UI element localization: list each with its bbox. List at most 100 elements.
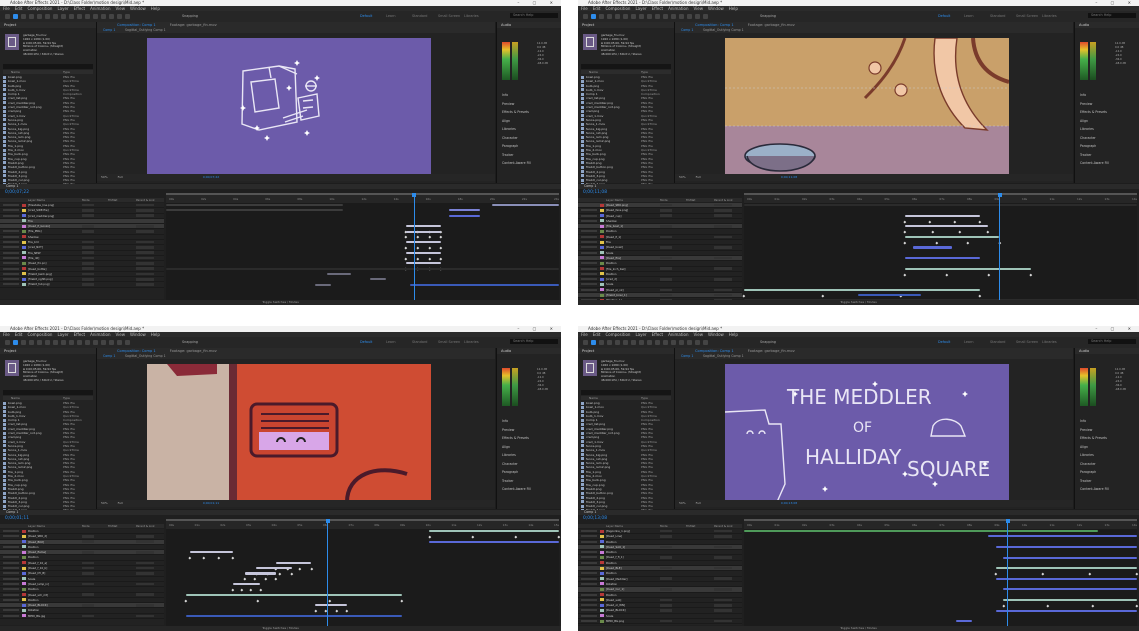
tool-13-icon[interactable] xyxy=(687,14,692,19)
layer-parent-select[interactable] xyxy=(136,572,154,575)
layer-label-color[interactable] xyxy=(22,272,26,276)
toggle-switches-modes[interactable]: Toggle Switches / Modes xyxy=(0,300,561,305)
tool-2-icon[interactable] xyxy=(21,14,26,19)
tool-12-icon[interactable] xyxy=(679,340,684,345)
layer-label-color[interactable] xyxy=(600,566,604,570)
layer-label-color[interactable] xyxy=(600,208,604,212)
layer-mode-select[interactable] xyxy=(82,230,94,233)
layer-parent-select[interactable] xyxy=(136,535,154,538)
layer-switches[interactable] xyxy=(3,241,19,244)
tool-3-icon[interactable] xyxy=(607,340,612,345)
keyframe-marker[interactable] xyxy=(264,577,267,581)
layer-label-color[interactable] xyxy=(600,555,604,559)
tool-4-icon[interactable] xyxy=(615,340,620,345)
tool-7-icon[interactable] xyxy=(61,340,66,345)
layer-parent-select[interactable] xyxy=(714,609,732,612)
layer-parent-select[interactable] xyxy=(714,267,732,270)
layer-mode-select[interactable] xyxy=(660,598,672,602)
layer-duration-bar[interactable] xyxy=(429,530,559,533)
layer-duration-bar[interactable] xyxy=(492,204,559,207)
layer-duration-bar[interactable] xyxy=(905,267,1031,270)
layer-mode-select[interactable] xyxy=(82,203,94,207)
layer-switches[interactable] xyxy=(3,614,19,617)
keyframe-marker[interactable] xyxy=(439,236,443,239)
tab-footage[interactable]: Footage: garbage_fin.mov xyxy=(748,349,795,353)
tool-9-icon[interactable] xyxy=(77,340,82,345)
workspace-default[interactable]: Default xyxy=(360,340,372,344)
layer-switches[interactable] xyxy=(3,567,19,570)
layer-mode-select[interactable] xyxy=(82,561,94,565)
tool-6-icon[interactable] xyxy=(631,14,636,19)
layer-mode-select[interactable] xyxy=(82,550,94,554)
workspace-libraries[interactable]: Libraries xyxy=(464,14,479,18)
layer-switches[interactable] xyxy=(581,288,597,291)
layer-parent-select[interactable] xyxy=(136,203,154,207)
timeline-tab[interactable]: Comp 1 xyxy=(578,510,1139,515)
keyframe-marker[interactable] xyxy=(945,273,949,276)
layer-label-color[interactable] xyxy=(22,603,26,607)
layer-switches[interactable] xyxy=(581,582,597,585)
tool-0-icon[interactable] xyxy=(5,340,10,345)
layer-switches[interactable] xyxy=(3,225,19,228)
panel-info[interactable]: Info xyxy=(1080,419,1109,428)
layer-mode-select[interactable] xyxy=(82,614,94,618)
layer-mode-select[interactable] xyxy=(82,224,94,228)
layer-duration-bar[interactable] xyxy=(405,251,442,254)
workspace-small-screen[interactable]: Small Screen xyxy=(438,340,460,344)
panel-info[interactable]: Info xyxy=(1080,93,1109,102)
keyframe-marker[interactable] xyxy=(928,220,932,223)
viewer-timecode[interactable]: 0;00;13;08 xyxy=(781,501,797,505)
layer-parent-select[interactable] xyxy=(714,588,732,591)
layer-label-color[interactable] xyxy=(600,593,604,597)
layer-label-color[interactable] xyxy=(22,593,26,597)
layer-duration-bar[interactable] xyxy=(232,583,261,586)
work-area-bar[interactable] xyxy=(166,193,559,195)
keyframe-marker[interactable] xyxy=(240,588,244,591)
layer-switches[interactable] xyxy=(3,540,19,543)
tool-4-icon[interactable] xyxy=(37,340,42,345)
panel-libraries[interactable]: Libraries xyxy=(1080,453,1109,462)
keyframe-marker[interactable] xyxy=(345,609,348,613)
layer-switches[interactable] xyxy=(581,235,597,238)
tab-composition[interactable]: Composition: Comp 1 xyxy=(117,349,156,353)
layer-duration-bar[interactable] xyxy=(905,225,988,228)
layer-label-color[interactable] xyxy=(600,540,604,544)
keyframe-marker[interactable] xyxy=(184,599,187,602)
layer-duration-bar[interactable] xyxy=(1003,588,1137,591)
layer-parent-select[interactable] xyxy=(714,566,732,570)
project-search-input[interactable] xyxy=(581,390,671,395)
layer-switches[interactable] xyxy=(3,561,19,564)
panel-libraries[interactable]: Libraries xyxy=(1080,127,1109,136)
keyframe-marker[interactable] xyxy=(290,572,293,575)
layer-mode-select[interactable] xyxy=(82,535,94,538)
keyframe-marker[interactable] xyxy=(428,246,431,249)
keyframe-marker[interactable] xyxy=(514,535,517,538)
layer-duration-bar[interactable] xyxy=(1003,556,1137,559)
layer-mode-select[interactable] xyxy=(660,267,672,270)
layer-parent-select[interactable] xyxy=(136,582,154,586)
layer-label-color[interactable] xyxy=(600,529,604,533)
subtab-comp-1[interactable]: Comp 1 xyxy=(103,354,115,359)
tool-7-icon[interactable] xyxy=(639,14,644,19)
layer-switches[interactable] xyxy=(581,556,597,559)
keyframe-marker[interactable] xyxy=(400,599,403,602)
tool-7-icon[interactable] xyxy=(61,14,66,19)
layer-switches[interactable] xyxy=(3,204,19,206)
tool-11-icon[interactable] xyxy=(93,14,98,19)
audio-panel-title[interactable]: Audio xyxy=(497,348,561,354)
snapping-toggle[interactable]: Snapping xyxy=(182,340,198,344)
layer-label-color[interactable] xyxy=(600,251,604,255)
layer-mode-select[interactable] xyxy=(660,246,672,249)
tool-10-icon[interactable] xyxy=(85,340,90,345)
zoom-select[interactable]: 50% xyxy=(679,175,686,179)
tool-11-icon[interactable] xyxy=(93,340,98,345)
layer-duration-bar[interactable] xyxy=(166,204,343,207)
layer-mode-select[interactable] xyxy=(660,214,672,217)
layer-label-color[interactable] xyxy=(600,598,604,602)
layer-label-color[interactable] xyxy=(600,261,604,265)
column-name[interactable]: Name xyxy=(11,396,20,400)
layer-duration-bar[interactable] xyxy=(995,567,1137,570)
layer-label-color[interactable] xyxy=(22,240,26,244)
layer-mode-select[interactable] xyxy=(660,529,672,533)
layer-switches[interactable] xyxy=(581,204,597,206)
